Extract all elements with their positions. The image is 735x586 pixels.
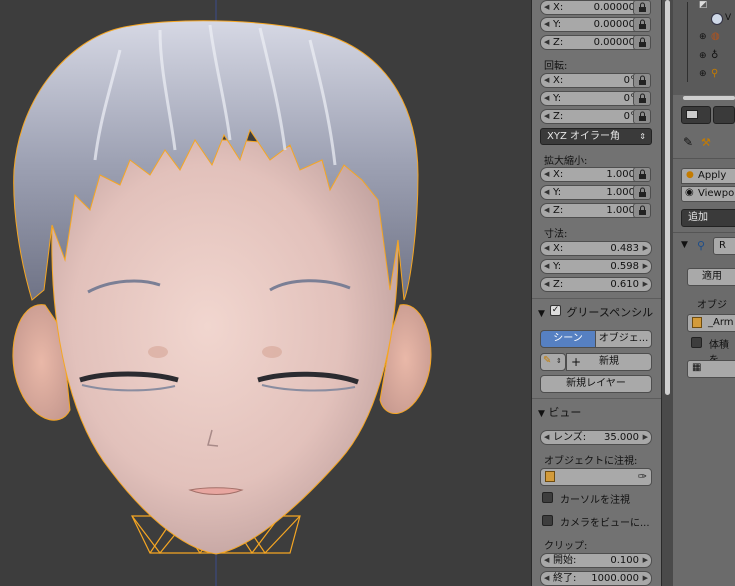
lock-rotation-y-button[interactable] — [633, 91, 651, 106]
pencil-select-button[interactable]: ✎ ⇕ — [540, 353, 566, 371]
outliner-item-icon[interactable]: ◩ — [699, 0, 708, 10]
lens-field[interactable]: ◀ レンズ: 35.000 ▶ — [540, 430, 652, 445]
outliner-scrollbar[interactable] — [683, 96, 735, 100]
dimension-z-field[interactable]: ◀ Z: 0.610 ▶ — [540, 277, 652, 292]
3d-viewport[interactable] — [0, 0, 531, 586]
pin-icon[interactable]: ✎ — [683, 135, 693, 149]
lock-scale-x-button[interactable] — [633, 167, 651, 182]
clip-end-field[interactable]: ◀ 終了: 1000.000 ▶ — [540, 571, 652, 586]
rotation-z-field[interactable]: ◀Z:0°▶ — [540, 109, 648, 124]
lock-rotation-z-button[interactable] — [633, 109, 651, 124]
editor-type-button[interactable] — [681, 106, 711, 124]
lock-icon — [639, 19, 646, 29]
rotation-y-field[interactable]: ◀Y:0°▶ — [540, 91, 648, 106]
lock-cursor-checkbox[interactable] — [542, 492, 553, 503]
panel-scrollbar[interactable] — [665, 0, 670, 395]
lock-rotation-x-button[interactable] — [633, 73, 651, 88]
properties-n-panel: ◀X:0.00000▶ ◀Y:0.00000▶ ◀Z:0.00000▶ 回転: … — [531, 0, 663, 586]
armature-object-field[interactable]: _Arm — [687, 314, 735, 332]
panel-divider — [661, 0, 673, 586]
outliner[interactable]: ◩ V ⊕ ◍ ⊕ ♁ ⊕ ⚲ — [673, 0, 735, 95]
viewport-row[interactable]: ◉ Viewpo — [681, 186, 735, 202]
apply-modifier-button[interactable]: 適用 — [687, 268, 735, 286]
object-cube-icon — [545, 471, 555, 482]
lock-to-object-label: オブジェクトに注視: — [544, 456, 638, 467]
object-icon: ◍ — [711, 31, 720, 42]
properties-editor: ◩ V ⊕ ◍ ⊕ ♁ ⊕ ⚲ ✎ ⚒ ● Apply ◉ Viewpo 追加 … — [673, 0, 735, 586]
lock-camera-checkbox[interactable] — [542, 515, 553, 526]
properties-icon — [686, 110, 698, 119]
lock-object-field[interactable]: ✑ — [540, 468, 652, 486]
view-title: ビュー — [548, 406, 582, 419]
rotation-label: 回転: — [544, 61, 568, 72]
context-button[interactable] — [713, 106, 735, 124]
lock-scale-y-button[interactable] — [633, 185, 651, 200]
tab-object[interactable]: オブジェ... — [595, 330, 652, 348]
lock-location-z-button[interactable] — [633, 35, 651, 50]
rotation-x-field[interactable]: ◀X:0°▶ — [540, 73, 648, 88]
lock-cursor-label: カーソルを注視 — [560, 495, 630, 506]
lock-icon — [639, 2, 646, 12]
collapse-triangle-icon: ▼ — [538, 409, 545, 419]
lock-icon — [639, 37, 646, 47]
scale-z-field[interactable]: ◀Z:1.000▶ — [540, 203, 648, 218]
scale-label: 拡大縮小: — [544, 156, 588, 167]
lock-camera-label: カメラをビューに... — [560, 518, 650, 529]
eyedropper-icon[interactable]: ✑ — [638, 470, 647, 483]
world-icon — [711, 13, 723, 25]
lock-icon — [639, 169, 646, 179]
location-x-field[interactable]: ◀X:0.00000▶ — [540, 0, 648, 15]
apply-row[interactable]: ● Apply — [681, 168, 735, 184]
collapse-triangle-icon: ▼ — [681, 240, 688, 250]
vertex-group-icon: ▦ — [692, 362, 702, 373]
scale-x-field[interactable]: ◀X:1.000▶ — [540, 167, 648, 182]
preserve-volume-checkbox[interactable] — [691, 337, 702, 348]
dimension-x-field[interactable]: ◀ X: 0.483 ▶ — [540, 241, 652, 256]
rotation-mode-value: XYZ オイラー角 — [547, 131, 620, 142]
lock-icon — [639, 93, 646, 103]
lock-icon — [639, 75, 646, 85]
updown-arrows-icon: ⇕ — [639, 132, 646, 141]
clip-start-field[interactable]: ◀ 開始: 0.100 ▶ — [540, 553, 652, 568]
lock-scale-z-button[interactable] — [633, 203, 651, 218]
updown-arrows-icon: ⇕ — [556, 357, 562, 365]
object-cube-icon — [692, 317, 702, 328]
grease-pencil-header[interactable]: ▼ ✓ グリースペンシル — [538, 304, 653, 320]
armature-icon: ⚲ — [711, 68, 719, 79]
location-z-field[interactable]: ◀Z:0.00000▶ — [540, 35, 648, 50]
add-modifier-dropdown[interactable]: 追加 — [681, 209, 735, 227]
scale-y-field[interactable]: ◀Y:1.000▶ — [540, 185, 648, 200]
pencil-icon: ✎ — [543, 355, 552, 366]
dimensions-label: 寸法: — [544, 229, 568, 240]
rotation-mode-dropdown[interactable]: XYZ オイラー角 ⇕ — [540, 128, 652, 145]
dimension-y-field[interactable]: ◀ Y: 0.598 ▶ — [540, 259, 652, 274]
collapse-triangle-icon: ▼ — [538, 309, 545, 319]
grease-pencil-checkbox[interactable]: ✓ — [550, 305, 561, 316]
location-y-field[interactable]: ◀Y:0.00000▶ — [540, 17, 648, 32]
armature-modifier-icon: ⚲ — [697, 239, 706, 252]
lock-location-x-button[interactable] — [633, 0, 651, 15]
vertex-group-field[interactable]: ▦ — [687, 360, 735, 378]
eye-icon: ◉ — [685, 187, 694, 198]
view-header[interactable]: ▼ ビュー — [538, 404, 581, 420]
grease-pencil-title: グリースペンシル — [566, 306, 654, 319]
tab-scene[interactable]: シーン — [540, 330, 596, 348]
light-icon: ♁ — [711, 50, 719, 61]
new-grease-pencil-button[interactable]: + 新規 — [566, 353, 652, 371]
lock-icon — [639, 205, 646, 215]
wrench-icon: ⚒ — [701, 136, 711, 149]
lock-icon — [639, 111, 646, 121]
clip-label: クリップ: — [544, 541, 588, 552]
plus-icon: + — [571, 355, 582, 369]
viewport-canvas — [12, 0, 432, 586]
lock-location-y-button[interactable] — [633, 17, 651, 32]
new-layer-button[interactable]: 新規レイヤー — [540, 375, 652, 393]
lock-icon — [639, 187, 646, 197]
modifier-name-field[interactable]: R — [713, 237, 735, 255]
